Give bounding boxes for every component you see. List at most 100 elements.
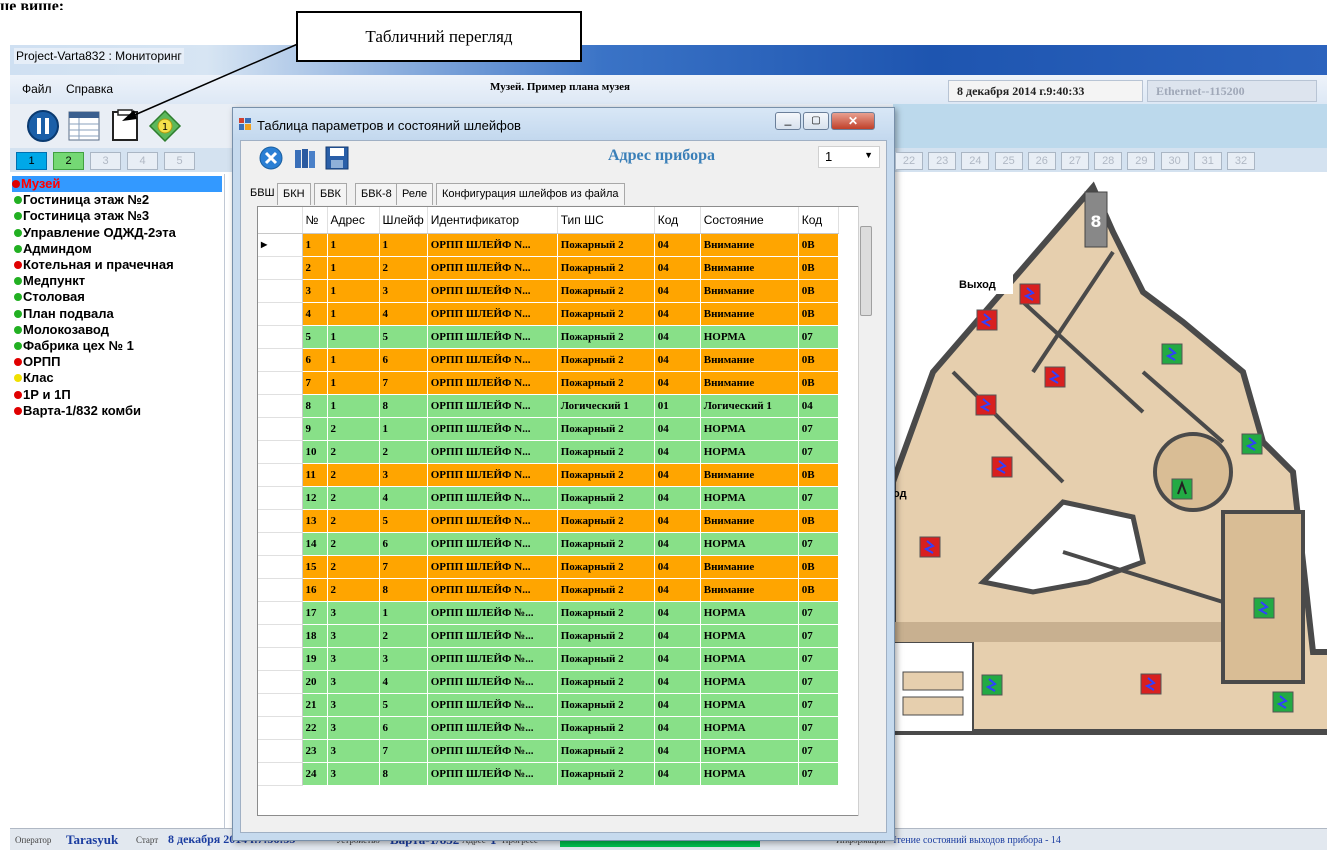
row-header[interactable]: ▶ — [258, 233, 303, 257]
page-tab-30[interactable]: 30 — [1160, 152, 1189, 170]
table-row[interactable]: 8 1 8 ОРПП ШЛЕЙФ N... Логический 1 01 Логическ… — [258, 394, 839, 418]
close-button[interactable]: ✕ — [831, 112, 875, 130]
table-row[interactable]: 19 3 3 ОРПП ШЛЕЙФ №... Пожарный 2 04 НОРМА 07 — [258, 647, 839, 671]
table-row[interactable]: 3 1 3 ОРПП ШЛЕЙФ N... Пожарный 2 04 Внимание 0B — [258, 279, 839, 303]
table-row[interactable]: 2 1 2 ОРПП ШЛЕЙФ N... Пожарный 2 04 Внимание 0B — [258, 256, 839, 280]
dialog-tab-5[interactable]: Конфигурация шлейфов из файла — [436, 183, 625, 205]
table-row[interactable]: 5 1 5 ОРПП ШЛЕЙФ N... Пожарный 2 04 НОРМА 07 — [258, 325, 839, 349]
pause-icon[interactable] — [26, 109, 60, 143]
table-view-icon[interactable] — [67, 109, 101, 143]
device-address-select[interactable]: 1 ▼ — [818, 146, 880, 168]
column-header[interactable]: Шлейф — [379, 207, 428, 234]
cancel-circle-icon[interactable] — [259, 146, 283, 170]
object-item[interactable]: Админдом — [14, 241, 224, 257]
row-header[interactable] — [258, 670, 303, 694]
loops-table[interactable]: № Адрес Шлейф Идентификатор Тип ШС Код Состоян… — [257, 206, 874, 816]
column-header[interactable]: Код — [798, 207, 839, 234]
row-header[interactable] — [258, 394, 303, 418]
page-tab-1[interactable]: 1 — [16, 152, 47, 170]
row-header[interactable] — [258, 624, 303, 648]
row-header[interactable] — [258, 555, 303, 579]
table-row[interactable]: 9 2 1 ОРПП ШЛЕЙФ N... Пожарный 2 04 НОРМА 07 — [258, 417, 839, 441]
table-row[interactable]: 24 3 8 ОРПП ШЛЕЙФ №... Пожарный 2 04 НОРМА 07 — [258, 762, 839, 786]
table-row[interactable]: 20 3 4 ОРПП ШЛЕЙФ №... Пожарный 2 04 НОРМА 07 — [258, 670, 839, 694]
object-item[interactable]: Управление ОДЖД-2эта — [14, 225, 224, 241]
row-header[interactable] — [258, 348, 303, 372]
table-scrollbar-thumb[interactable] — [860, 226, 872, 316]
page-tab-31[interactable]: 31 — [1193, 152, 1222, 170]
page-tab-27[interactable]: 27 — [1061, 152, 1089, 170]
table-row[interactable]: 22 3 6 ОРПП ШЛЕЙФ №... Пожарный 2 04 НОРМА 07 — [258, 716, 839, 740]
row-header[interactable] — [258, 256, 303, 280]
table-row[interactable]: 14 2 6 ОРПП ШЛЕЙФ N... Пожарный 2 04 НОРМА 07 — [258, 532, 839, 556]
page-tab-28[interactable]: 28 — [1094, 152, 1123, 170]
page-tab-4[interactable]: 4 — [127, 152, 158, 170]
row-header[interactable] — [258, 716, 303, 740]
column-header[interactable]: Состояние — [700, 207, 799, 234]
column-header[interactable]: Идентификатор — [427, 207, 558, 234]
object-item[interactable]: Гостиница этаж №3 — [14, 208, 224, 224]
row-header[interactable] — [258, 532, 303, 556]
books-icon[interactable] — [293, 146, 317, 170]
object-item[interactable]: Клас — [14, 370, 224, 386]
page-tab-2[interactable]: 2 — [53, 152, 84, 170]
column-header[interactable]: Код — [654, 207, 701, 234]
page-tab-25[interactable]: 25 — [994, 152, 1023, 170]
row-header[interactable] — [258, 509, 303, 533]
object-item[interactable]: Фабрика цех № 1 — [14, 338, 224, 354]
row-header[interactable] — [258, 325, 303, 349]
page-tab-23[interactable]: 23 — [928, 152, 957, 170]
object-item[interactable]: План подвала — [14, 306, 224, 322]
column-header[interactable]: Тип ШС — [557, 207, 655, 234]
table-row[interactable]: 21 3 5 ОРПП ШЛЕЙФ №... Пожарный 2 04 НОРМА 07 — [258, 693, 839, 717]
maximize-button[interactable]: ▢ — [803, 112, 829, 130]
row-header[interactable] — [258, 440, 303, 464]
row-header[interactable] — [258, 762, 303, 786]
table-row[interactable]: ▶ 1 1 1 ОРПП ШЛЕЙФ N... Пожарный 2 04 Внимание 0… — [258, 233, 839, 257]
row-header[interactable] — [258, 693, 303, 717]
menu-help[interactable]: Справка — [66, 82, 113, 96]
menu-file[interactable]: Файл — [22, 82, 52, 96]
page-tab-22[interactable]: 22 — [895, 152, 923, 170]
row-header[interactable] — [258, 417, 303, 441]
row-header[interactable] — [258, 463, 303, 487]
table-row[interactable]: 16 2 8 ОРПП ШЛЕЙФ N... Пожарный 2 04 Внимание 0… — [258, 578, 839, 602]
page-tab-26[interactable]: 26 — [1027, 152, 1056, 170]
page-tab-32[interactable]: 32 — [1227, 152, 1255, 170]
object-item[interactable]: ОРПП — [14, 354, 224, 370]
dialog-tab-0[interactable]: БВШ — [245, 183, 280, 208]
minimize-button[interactable]: _ — [775, 112, 801, 130]
page-tab-5[interactable]: 5 — [164, 152, 195, 170]
object-item[interactable]: Медпункт — [14, 273, 224, 289]
table-row[interactable]: 7 1 7 ОРПП ШЛЕЙФ N... Пожарный 2 04 Внимание 0B — [258, 371, 839, 395]
dialog-tab-2[interactable]: БВК — [314, 183, 347, 205]
object-item[interactable]: Варта-1/832 комби — [14, 403, 224, 419]
blank-page-icon[interactable] — [108, 109, 142, 143]
row-header[interactable] — [258, 302, 303, 326]
table-row[interactable]: 4 1 4 ОРПП ШЛЕЙФ N... Пожарный 2 04 Внимание 0B — [258, 302, 839, 326]
row-header[interactable] — [258, 601, 303, 625]
table-row[interactable]: 18 3 2 ОРПП ШЛЕЙФ №... Пожарный 2 04 НОРМА 07 — [258, 624, 839, 648]
row-header[interactable] — [258, 578, 303, 602]
column-header[interactable]: № — [302, 207, 328, 234]
row-header[interactable] — [258, 371, 303, 395]
table-row[interactable]: 11 2 3 ОРПП ШЛЕЙФ N... Пожарный 2 04 Внимание 0… — [258, 463, 839, 487]
object-item[interactable]: Столовая — [14, 289, 224, 305]
object-item[interactable]: Музей — [12, 176, 222, 192]
object-item[interactable]: Гостиница этаж №2 — [14, 192, 224, 208]
save-icon[interactable] — [325, 146, 349, 170]
object-item[interactable]: 1Р и 1П — [14, 387, 224, 403]
dialog-tab-1[interactable]: БКН — [277, 183, 311, 205]
page-tab-24[interactable]: 24 — [961, 152, 990, 170]
dialog-tab-4[interactable]: Реле — [396, 183, 434, 205]
table-row[interactable]: 17 3 1 ОРПП ШЛЕЙФ №... Пожарный 2 04 НОРМА 07 — [258, 601, 839, 625]
row-header[interactable] — [258, 739, 303, 763]
row-header[interactable] — [258, 486, 303, 510]
table-row[interactable]: 13 2 5 ОРПП ШЛЕЙФ N... Пожарный 2 04 Внимание 0… — [258, 509, 839, 533]
object-item[interactable]: Молокозавод — [14, 322, 224, 338]
row-header[interactable] — [258, 647, 303, 671]
table-row[interactable]: 15 2 7 ОРПП ШЛЕЙФ N... Пожарный 2 04 Внимание 0… — [258, 555, 839, 579]
diamond-1-icon[interactable]: 1 — [148, 109, 182, 143]
row-header[interactable] — [258, 279, 303, 303]
column-header[interactable]: Адрес — [327, 207, 380, 234]
